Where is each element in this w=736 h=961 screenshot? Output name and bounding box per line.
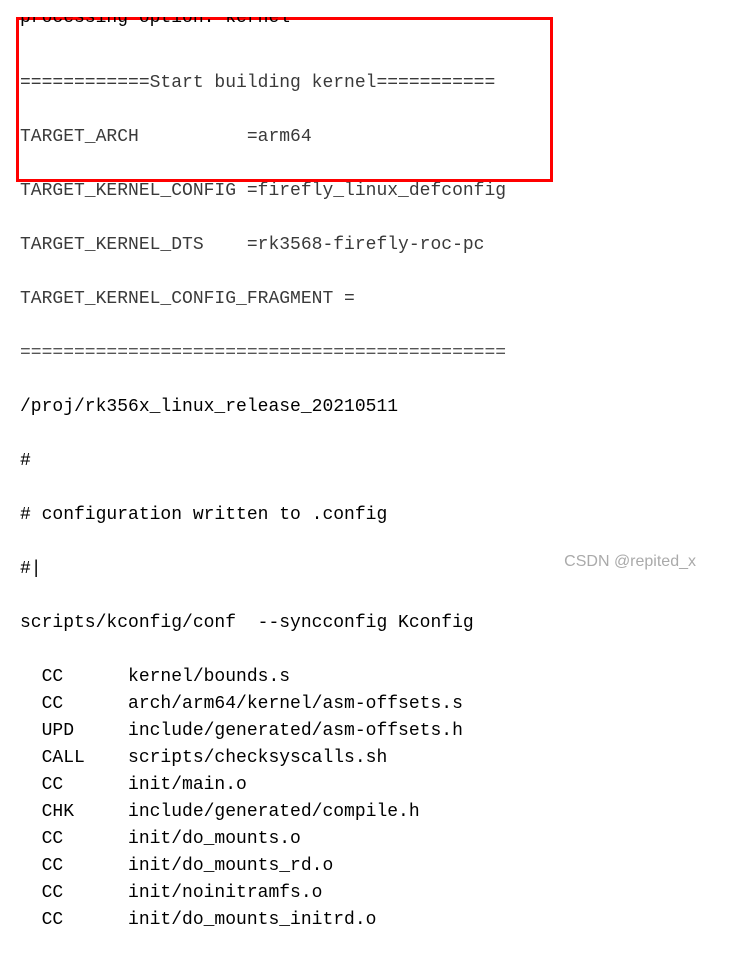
terminal-text: ========================================… [20,340,736,367]
build-line: CC arch/arm64/kernel/asm-offsets.s [20,691,736,718]
terminal-text: TARGET_KERNEL_CONFIG =firefly_linux_defc… [20,178,736,205]
terminal-text: TARGET_KERNEL_DTS =rk3568-firefly-roc-pc [20,232,736,259]
terminal-output: processing option: kernel ============St… [0,2,736,961]
build-line: CC init/do_mounts_rd.o [20,853,736,880]
terminal-line: processing option: kernel [20,17,736,31]
terminal-text: # configuration written to .config [20,502,736,529]
terminal-text: TARGET_ARCH =arm64 [20,124,736,151]
build-line: CC init/noinitramfs.o [20,880,736,907]
build-line: CC init/main.o [20,772,736,799]
terminal-text: TARGET_KERNEL_CONFIG_FRAGMENT = [20,286,736,313]
terminal-text: scripts/kconfig/conf --syncconfig Kconfi… [20,610,736,637]
terminal-text: # [20,448,736,475]
build-line: CC kernel/bounds.s [20,664,736,691]
build-line: CC init/do_mounts.o [20,826,736,853]
terminal-text: processing option: kernel [20,17,736,31]
build-output: CC kernel/bounds.s CC arch/arm64/kernel/… [20,664,736,934]
build-line: CC init/do_mounts_initrd.o [20,907,736,934]
build-line: CHK include/generated/compile.h [20,799,736,826]
terminal-text: ============Start building kernel=======… [20,70,736,97]
terminal-text: #| [20,556,736,583]
terminal-text: /proj/rk356x_linux_release_20210511 [20,394,736,421]
build-line: UPD include/generated/asm-offsets.h [20,718,736,745]
build-line: CALL scripts/checksyscalls.sh [20,745,736,772]
